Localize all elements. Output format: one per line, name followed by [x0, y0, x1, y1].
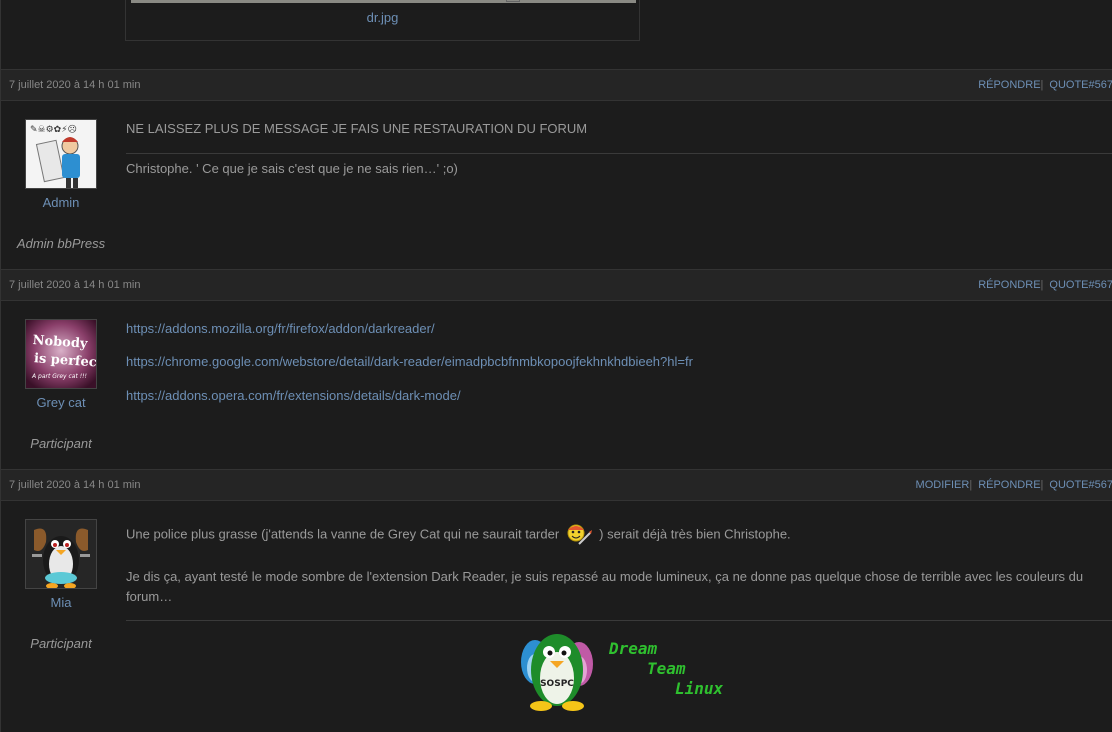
- post-content: NE LAISSEZ PLUS DE MESSAGE JE FAIS UNE R…: [126, 119, 1112, 179]
- post-date: 7 juillet 2020 à 14 h 01 min: [9, 279, 141, 291]
- avatar[interactable]: [25, 519, 97, 589]
- signature-divider: [126, 620, 1112, 621]
- svg-text:Linux: Linux: [675, 679, 724, 698]
- post-content: Une police plus grasse (j'attends la van…: [126, 519, 1112, 714]
- nobody-is-perfect-avatar-icon: Nobody is perfect A part Grey cat !!!: [26, 320, 96, 388]
- admin-avatar-icon: ✎☠⚙✿⚡☹: [26, 120, 96, 188]
- svg-text:✎☠⚙✿⚡☹: ✎☠⚙✿⚡☹: [30, 124, 77, 135]
- author-name[interactable]: Grey cat: [1, 395, 121, 410]
- signature-banner: SOSPC Dream Team Linux: [126, 628, 1112, 714]
- reply-actions: RÉPONDRE| QUOTE#567: [978, 79, 1112, 91]
- svg-text:Team: Team: [647, 659, 686, 678]
- quote-link[interactable]: QUOTE: [1049, 79, 1088, 91]
- reply-header: 7 juillet 2020 à 14 h 01 min MODIFIER| RÉ…: [1, 469, 1112, 501]
- signature: Christophe. ' Ce que je sais c'est que j…: [126, 161, 458, 176]
- author-role: Participant: [30, 636, 92, 651]
- post-date: 7 juillet 2020 à 14 h 01 min: [9, 79, 141, 91]
- attachment-filename[interactable]: dr.jpg: [126, 10, 639, 25]
- laughing-smiley-icon: [565, 522, 593, 548]
- reply-actions: RÉPONDRE| QUOTE#567: [978, 279, 1112, 291]
- post-date: 7 juillet 2020 à 14 h 01 min: [9, 479, 141, 491]
- author-role: Participant: [30, 436, 92, 451]
- dream-team-linux-logo: SOSPC Dream Team Linux: [521, 634, 724, 711]
- attachment-image[interactable]: [131, 0, 636, 3]
- permalink[interactable]: #567: [1089, 279, 1112, 291]
- attachment-box: dr.jpg: [125, 0, 640, 41]
- reply-link[interactable]: RÉPONDRE: [978, 279, 1040, 291]
- post-author: Nobody is perfect A part Grey cat !!! Gr…: [1, 319, 121, 451]
- post-content: https://addons.mozilla.org/fr/firefox/ad…: [126, 319, 1112, 406]
- forum-topic: dr.jpg 7 juillet 2020 à 14 h 01 min RÉPO…: [0, 0, 1112, 732]
- post-author: ✎☠⚙✿⚡☹ Admin Admin bbPress: [1, 119, 121, 251]
- post-link[interactable]: https://addons.opera.com/fr/extensions/d…: [126, 386, 1112, 406]
- author-name[interactable]: Admin: [1, 195, 121, 210]
- post-message: NE LAISSEZ PLUS DE MESSAGE JE FAIS UNE R…: [126, 121, 588, 136]
- penguin-avatar-icon: [26, 520, 96, 588]
- quote-link[interactable]: QUOTE: [1049, 279, 1088, 291]
- post-link[interactable]: https://addons.mozilla.org/fr/firefox/ad…: [126, 319, 1112, 339]
- post-author: Mia Participant: [1, 519, 121, 651]
- post-message: Une police plus grasse (j'attends la van…: [126, 522, 1112, 548]
- post-link[interactable]: https://chrome.google.com/webstore/detai…: [126, 352, 1112, 372]
- reply-header: 7 juillet 2020 à 14 h 01 min RÉPONDRE| QU…: [1, 269, 1112, 301]
- permalink[interactable]: #567: [1089, 479, 1112, 491]
- reply-actions: MODIFIER| RÉPONDRE| QUOTE#567: [915, 479, 1112, 491]
- author-name[interactable]: Mia: [1, 595, 121, 610]
- avatar[interactable]: Nobody is perfect A part Grey cat !!!: [25, 319, 97, 389]
- signature-divider: [126, 153, 1112, 154]
- reply-header: 7 juillet 2020 à 14 h 01 min RÉPONDRE| QU…: [1, 69, 1112, 101]
- edit-link[interactable]: MODIFIER: [916, 479, 970, 491]
- quote-link[interactable]: QUOTE: [1049, 479, 1088, 491]
- permalink[interactable]: #567: [1089, 79, 1112, 91]
- reply-link[interactable]: RÉPONDRE: [978, 79, 1040, 91]
- avatar[interactable]: ✎☠⚙✿⚡☹: [25, 119, 97, 189]
- post-message-paragraph: Je dis ça, ayant testé le mode sombre de…: [126, 569, 1084, 604]
- svg-text:SOSPC: SOSPC: [540, 679, 574, 689]
- svg-text:A part Grey cat !!!: A part Grey cat !!!: [31, 373, 87, 380]
- svg-text:Dream: Dream: [608, 639, 658, 658]
- author-role: Admin bbPress: [16, 236, 106, 251]
- reply-link[interactable]: RÉPONDRE: [978, 479, 1040, 491]
